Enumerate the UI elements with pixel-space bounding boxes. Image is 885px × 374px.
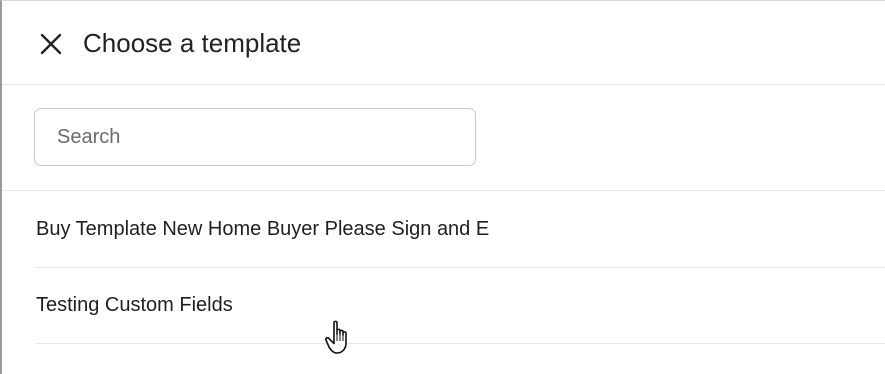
template-label: Buy Template New Home Buyer Please Sign … xyxy=(36,218,490,240)
panel-header: Choose a template xyxy=(2,1,885,85)
template-list: Buy Template New Home Buyer Please Sign … xyxy=(36,192,885,344)
panel-title: Choose a template xyxy=(83,28,302,58)
list-item[interactable]: Buy Template New Home Buyer Please Sign … xyxy=(36,192,885,268)
search-section xyxy=(2,85,885,191)
list-item[interactable]: Testing Custom Fields xyxy=(36,268,885,344)
template-label: Testing Custom Fields xyxy=(36,294,233,316)
close-icon xyxy=(40,33,62,55)
close-button[interactable] xyxy=(38,31,64,57)
template-chooser-panel: Choose a template Buy Template New Home … xyxy=(0,0,885,374)
search-input[interactable] xyxy=(34,108,476,166)
